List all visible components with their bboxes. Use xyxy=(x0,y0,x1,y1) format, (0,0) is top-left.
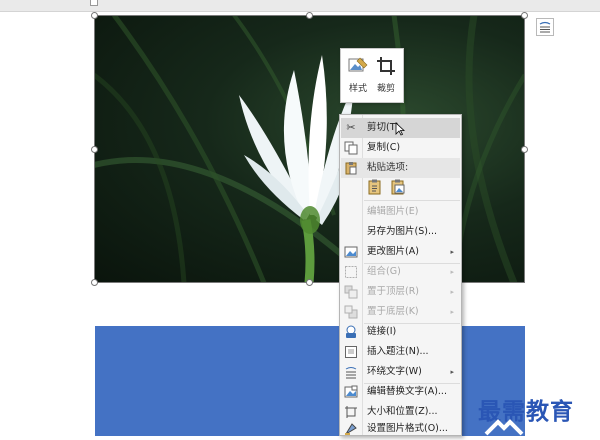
resize-handle-top-left[interactable] xyxy=(91,12,98,19)
paste-picture-icon[interactable] xyxy=(390,179,406,195)
menu-item-group[interactable]: 组合(G) ▸ xyxy=(341,262,460,282)
context-menu: ✂ 剪切(T) 复制(C) 粘贴选项: 编辑图片(E) 另存为图片(S)... … xyxy=(339,114,462,436)
menu-item-label: 编辑图片(E) xyxy=(367,206,419,217)
send-back-icon xyxy=(344,305,358,319)
mouse-pointer-icon xyxy=(395,122,405,136)
format-picture-icon xyxy=(344,422,358,436)
paste-keep-format-icon[interactable] xyxy=(367,179,383,195)
menu-item-label: 粘贴选项: xyxy=(367,162,409,173)
layout-options-button[interactable] xyxy=(536,18,554,36)
submenu-arrow-icon: ▸ xyxy=(450,248,454,256)
resize-handle-top-right[interactable] xyxy=(521,12,528,19)
caption-icon xyxy=(344,345,358,359)
menu-item-label: 更改图片(A) xyxy=(367,246,419,257)
menu-item-format-picture[interactable]: 设置图片格式(O)... xyxy=(341,419,460,439)
change-picture-icon xyxy=(344,245,358,259)
watermark-logo-icon xyxy=(484,419,524,436)
copy-icon xyxy=(344,141,358,155)
size-position-icon xyxy=(344,405,358,419)
style-button[interactable]: 样式 xyxy=(344,53,372,97)
menu-item-label: 插入题注(N)... xyxy=(367,346,429,357)
menu-item-label: 设置图片格式(O)... xyxy=(367,423,448,434)
scissors-icon: ✂ xyxy=(346,121,356,134)
submenu-arrow-icon: ▸ xyxy=(450,288,454,296)
menu-item-bring-to-front[interactable]: 置于顶层(R) ▸ xyxy=(341,282,460,302)
menu-header-paste-options: 粘贴选项: xyxy=(341,158,460,178)
menu-item-label: 链接(I) xyxy=(367,326,397,337)
resize-handle-top-middle[interactable] xyxy=(306,12,313,19)
menu-item-link[interactable]: 链接(I) xyxy=(341,322,460,342)
menu-separator xyxy=(364,200,460,201)
menu-item-label: 环绕文字(W) xyxy=(367,366,422,377)
menu-item-label: 另存为图片(S)... xyxy=(367,226,438,237)
picture-style-icon xyxy=(348,57,368,72)
crop-button[interactable]: 裁剪 xyxy=(372,53,400,97)
submenu-arrow-icon: ▸ xyxy=(450,268,454,276)
menu-item-copy[interactable]: 复制(C) xyxy=(341,138,460,158)
style-label: 样式 xyxy=(348,84,367,94)
alt-text-icon xyxy=(344,385,358,399)
menu-item-edit-picture[interactable]: 编辑图片(E) xyxy=(341,202,460,222)
bring-front-icon xyxy=(344,285,358,299)
paste-options-row xyxy=(363,176,459,198)
menu-item-insert-caption[interactable]: 插入题注(N)... xyxy=(341,342,460,362)
menu-item-label: 编辑替换文字(A)... xyxy=(367,386,447,397)
menu-item-send-to-back[interactable]: 置于底层(K) ▸ xyxy=(341,302,460,322)
menu-item-save-as-picture[interactable]: 另存为图片(S)... xyxy=(341,222,460,242)
menu-item-change-picture[interactable]: 更改图片(A) ▸ xyxy=(341,242,460,262)
resize-handle-middle-left[interactable] xyxy=(91,146,98,153)
crop-icon xyxy=(377,57,395,75)
document-top-strip xyxy=(0,0,600,12)
submenu-arrow-icon: ▸ xyxy=(450,368,454,376)
crop-label: 裁剪 xyxy=(376,84,395,94)
link-icon xyxy=(344,325,358,339)
paste-icon xyxy=(344,161,358,175)
menu-item-label: 置于顶层(R) xyxy=(367,286,420,297)
mini-toolbar: 样式 裁剪 xyxy=(340,48,404,103)
submenu-arrow-icon: ▸ xyxy=(450,308,454,316)
menu-item-wrap-text[interactable]: 环绕文字(W) ▸ xyxy=(341,362,460,382)
group-icon xyxy=(344,265,358,279)
menu-item-label: 置于底层(K) xyxy=(367,306,419,317)
resize-handle-middle-right[interactable] xyxy=(521,146,528,153)
menu-item-label: 组合(G) xyxy=(367,266,401,277)
resize-handle-bottom-middle[interactable] xyxy=(306,279,313,286)
layout-options-icon xyxy=(539,21,551,33)
resize-handle-bottom-left[interactable] xyxy=(91,279,98,286)
menu-item-edit-alt-text[interactable]: 编辑替换文字(A)... xyxy=(341,382,460,402)
page-margin-marker xyxy=(90,0,98,6)
wrap-text-icon xyxy=(344,365,358,379)
menu-item-label: 复制(C) xyxy=(367,142,401,153)
